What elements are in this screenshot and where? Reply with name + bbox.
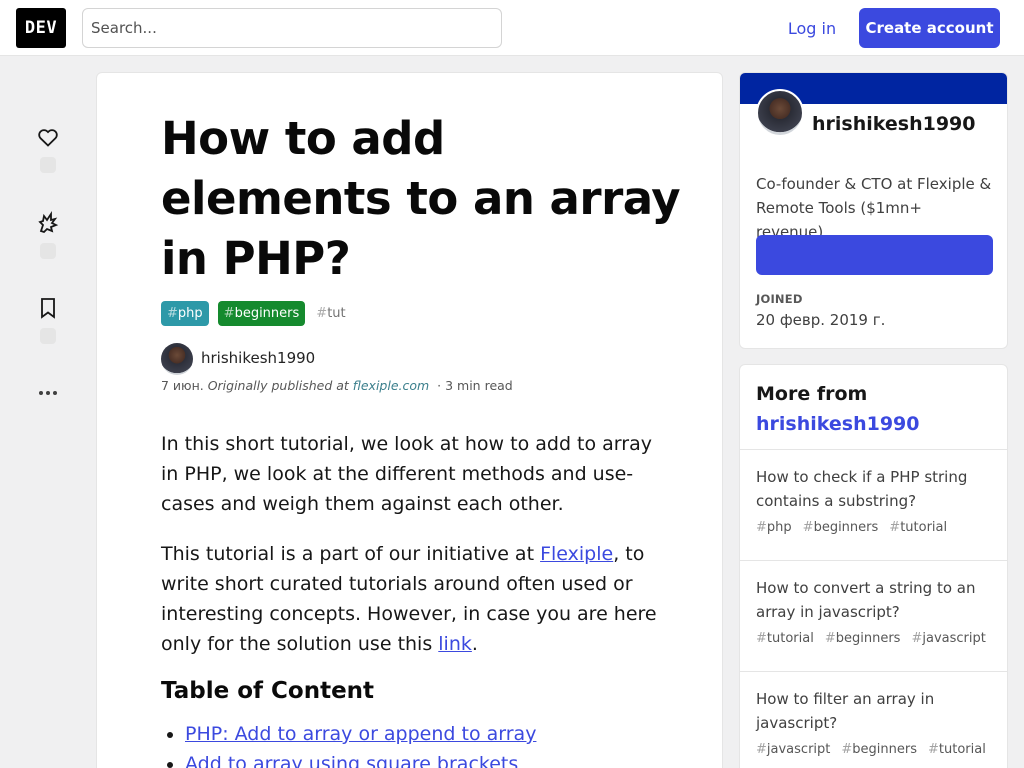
more-item[interactable]: How to check if a PHP string contains a … (740, 450, 1007, 561)
more-from-header: More from hrishikesh1990 (740, 365, 1007, 450)
author-avatar[interactable] (161, 343, 193, 375)
more-from-card: More from hrishikesh1990 How to check if… (739, 364, 1008, 768)
originally-published: Originally published at (207, 378, 349, 393)
toc-link[interactable]: Add to array using square brackets (185, 753, 518, 768)
more-item-tag: #tutorial (928, 742, 986, 757)
tag-list: # php # beginners # tut (161, 301, 352, 326)
dev-logo[interactable]: DEV (16, 8, 66, 48)
more-item-tag: #beginners (841, 742, 917, 757)
tag-hash: # (167, 306, 178, 321)
title-line: in PHP? (161, 232, 351, 285)
article-title: How to add elements to an array in PHP? (161, 109, 681, 289)
top-header: DEV Log in Create account (0, 0, 1024, 56)
toc-list: PHP: Add to array or append to array Add… (185, 719, 536, 768)
solution-link[interactable]: link (438, 633, 472, 655)
article-meta: 7 июн. Originally published at flexiple.… (161, 378, 513, 393)
article-card: How to add elements to an array in PHP? … (96, 72, 723, 768)
more-item-tag: #tutorial (756, 631, 814, 646)
author-name[interactable]: hrishikesh1990 (201, 349, 315, 367)
title-line: How to add (161, 112, 445, 165)
more-item[interactable]: How to convert a string to an array in j… (740, 561, 1007, 672)
login-button[interactable]: Log in (776, 8, 848, 48)
more-options-button[interactable] (36, 383, 60, 403)
reaction-save[interactable] (36, 296, 60, 344)
search-input[interactable] (82, 8, 502, 48)
more-from-label: More from (756, 383, 868, 405)
toc-item: PHP: Add to array or append to array (185, 719, 536, 749)
more-item-tag: #beginners (802, 520, 879, 535)
text-run: This tutorial is a part of our initiativ… (161, 543, 541, 565)
more-item-tag: #tutorial (889, 520, 948, 535)
author-bio: Co-founder & CTO at Flexiple & Remote To… (756, 175, 992, 241)
source-link[interactable]: flexiple.com (353, 378, 429, 393)
tag-tut[interactable]: # tut (314, 301, 351, 326)
more-item-tags: #tutorial #beginners #javascript (756, 631, 991, 646)
title-line: elements to an array (161, 172, 681, 225)
toc-link[interactable]: PHP: Add to array or append to array (185, 723, 536, 745)
tag-label: tut (327, 306, 346, 321)
tag-label: php (177, 306, 203, 321)
bookmark-icon (41, 298, 55, 319)
more-item-tag: #javascript (911, 631, 986, 646)
author-card: hrishikesh1990 Co-founder & CTO at Flexi… (739, 72, 1008, 349)
meta-dot: · (437, 378, 442, 393)
more-item-tag: #javascript (756, 742, 831, 757)
unicorn-icon (38, 211, 59, 234)
flexiple-link[interactable]: Flexiple (540, 543, 613, 565)
text-run: . (471, 633, 478, 655)
reaction-count (40, 157, 56, 173)
toc-item: Add to array using square brackets (185, 749, 536, 768)
create-account-button[interactable]: Create account (859, 8, 1000, 48)
more-from-author[interactable]: hrishikesh1990 (756, 409, 991, 439)
reaction-unicorn[interactable] (36, 211, 60, 259)
more-horizontal-icon (39, 391, 57, 395)
tag-beginners[interactable]: # beginners (217, 301, 306, 326)
read-time: 3 min read (445, 378, 513, 393)
toc-heading: Table of Content (161, 678, 375, 704)
paragraph-initiative: This tutorial is a part of our initiativ… (161, 539, 661, 659)
tag-php[interactable]: # php (161, 301, 209, 326)
tag-label: beginners (234, 306, 300, 321)
more-item-tags: #javascript #beginners #tutorial (756, 742, 991, 757)
reaction-count (40, 328, 56, 344)
more-item-tag: #beginners (824, 631, 901, 646)
more-item-tag: #php (756, 520, 792, 535)
more-item-title: How to convert a string to an array in j… (756, 579, 976, 621)
tag-hash: # (223, 306, 235, 321)
more-item[interactable]: How to filter an array in javascript? #j… (740, 672, 1007, 768)
author-card-name[interactable]: hrishikesh1990 (812, 113, 976, 135)
paragraph-intro: In this short tutorial, we look at how t… (161, 433, 652, 515)
reaction-heart[interactable] (36, 125, 60, 173)
more-item-tags: #php #beginners #tutorial (756, 520, 991, 535)
more-item-title: How to filter an array in javascript? (756, 690, 935, 732)
follow-button[interactable] (756, 235, 993, 275)
author-card-avatar[interactable] (756, 89, 804, 137)
tag-hash: # (316, 306, 328, 321)
more-item-title: How to check if a PHP string contains a … (756, 468, 968, 510)
heart-icon (38, 129, 58, 147)
joined-label: JOINED (756, 292, 803, 306)
joined-date: 20 февр. 2019 г. (756, 311, 886, 329)
post-date: 7 июн. (161, 378, 204, 393)
reaction-count (40, 243, 56, 259)
